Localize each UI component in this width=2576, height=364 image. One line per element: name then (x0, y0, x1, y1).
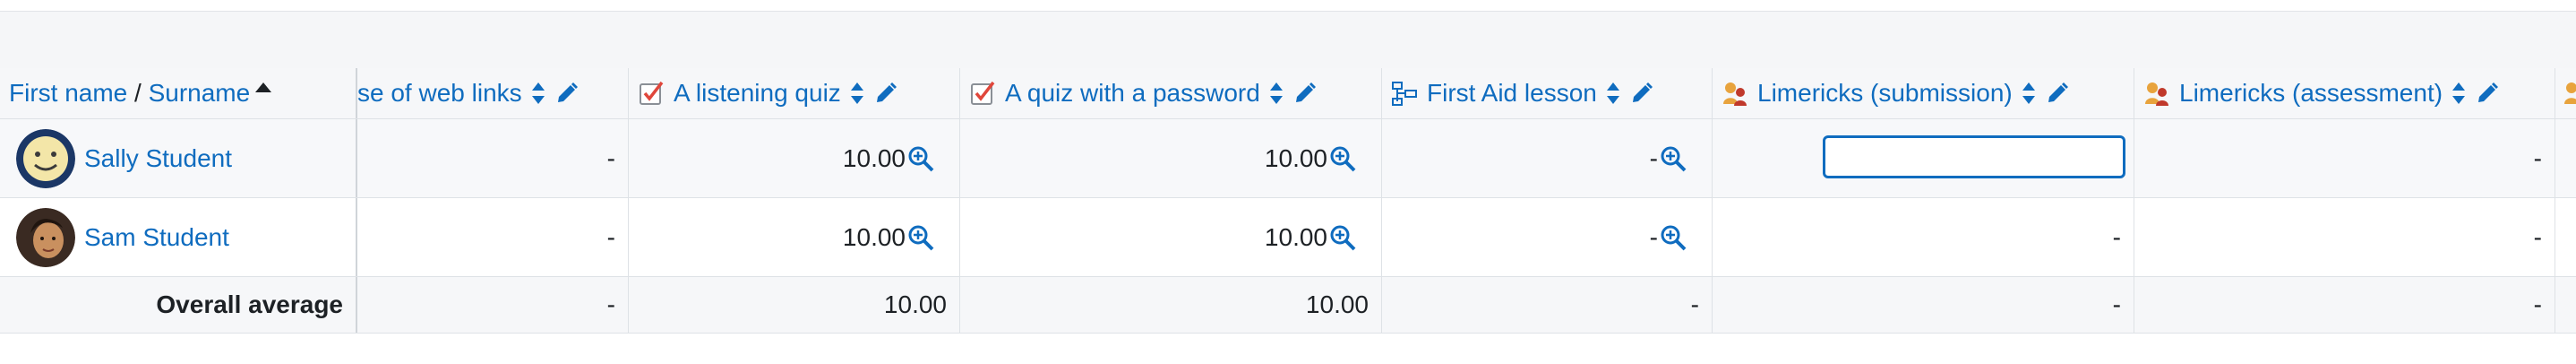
student-name-cell: Sally Student (0, 119, 357, 197)
sort-icon[interactable] (531, 81, 545, 106)
average-cell: 10.00 (629, 277, 960, 333)
column-header-limericks-assessment: Limericks (assessment) (2134, 68, 2555, 118)
sort-firstname-link[interactable]: First name (9, 79, 127, 108)
grade-value: - (606, 222, 615, 251)
student-name-cell: Sam Student (0, 198, 357, 276)
grade-value: - (1649, 222, 1658, 251)
grade-analysis-icon[interactable] (907, 145, 934, 172)
average-cell: 10.00 (960, 277, 1382, 333)
grade-analysis-icon[interactable] (1329, 145, 1356, 172)
grader-toolbar (0, 11, 2576, 70)
workshop-icon (2145, 82, 2168, 106)
avatar[interactable] (16, 207, 75, 267)
workshop-icon (2564, 82, 2576, 104)
grade-cell[interactable]: - (2134, 119, 2555, 197)
workshop-icon (1723, 82, 1747, 106)
column-header-listening-quiz: A listening quiz (629, 68, 960, 118)
grade-analysis-icon[interactable] (1329, 224, 1356, 251)
average-cell: - (2134, 277, 2555, 333)
grade-cell[interactable]: - (1382, 198, 1713, 276)
sort-icon[interactable] (1269, 81, 1284, 106)
column-link[interactable]: se of web links (357, 79, 522, 108)
average-cell: - (1382, 277, 1713, 333)
edit-pencil-icon[interactable] (2045, 81, 2070, 106)
lesson-icon (1392, 82, 1417, 106)
average-cell: - (357, 277, 629, 333)
average-value: - (1690, 290, 1699, 318)
grade-cell[interactable]: 10.00 (960, 119, 1382, 197)
column-header-password-quiz: A quiz with a password (960, 68, 1382, 118)
grade-value: 10.00 (842, 143, 906, 172)
overall-average-label: Overall average (0, 277, 357, 333)
average-value: - (2533, 290, 2542, 318)
column-link[interactable]: Limericks (submission) (1757, 79, 2013, 108)
grade-value: - (2533, 143, 2542, 172)
average-value: 10.00 (1305, 290, 1369, 318)
grade-value: - (2533, 222, 2542, 251)
grade-value: - (2112, 222, 2121, 251)
column-link[interactable]: A quiz with a password (1005, 79, 1260, 108)
average-value: - (606, 290, 615, 318)
grade-analysis-icon[interactable] (1660, 145, 1687, 172)
sort-icon[interactable] (1606, 81, 1620, 106)
grade-cell[interactable]: 10.00 (629, 119, 960, 197)
quiz-icon (971, 81, 995, 105)
grade-cell[interactable]: - (357, 198, 629, 276)
name-column-header: First name / Surname (0, 68, 357, 118)
grade-cell[interactable]: - (1713, 198, 2134, 276)
column-link[interactable]: A listening quiz (674, 79, 841, 108)
grader-table: First name / Surname se of web links A l… (0, 68, 2576, 337)
sort-ascending-icon (255, 82, 272, 92)
column-header-limericks-submission: Limericks (submission) (1713, 68, 2134, 118)
column-header-web-links: se of web links (357, 68, 629, 118)
grade-cell[interactable]: - (1382, 119, 1713, 197)
student-name-link[interactable]: Sally Student (84, 144, 232, 173)
average-value: - (2112, 290, 2121, 318)
grade-cell[interactable]: - (357, 119, 629, 197)
average-cell: - (1713, 277, 2134, 333)
edit-pencil-icon[interactable] (1292, 81, 1318, 106)
column-link[interactable]: First Aid lesson (1427, 79, 1597, 108)
sort-icon[interactable] (2022, 81, 2036, 106)
avatar[interactable] (16, 128, 75, 188)
grade-value: 10.00 (842, 222, 906, 251)
edit-pencil-icon[interactable] (554, 81, 580, 106)
grade-value: - (1649, 143, 1658, 172)
sort-surname-link[interactable]: Surname (149, 79, 251, 108)
grade-cell-partial (2555, 119, 2576, 197)
quiz-icon (640, 81, 664, 105)
table-row: Sally Student - 10.00 10.00 - - (0, 119, 2576, 198)
column-header-partial (2555, 68, 2576, 118)
average-value: 10.00 (883, 290, 947, 318)
edit-pencil-icon[interactable] (2475, 81, 2500, 106)
grade-cell (1713, 119, 2134, 197)
column-link[interactable]: Limericks (assessment) (2179, 79, 2443, 108)
grade-analysis-icon[interactable] (907, 224, 934, 251)
grade-value: 10.00 (1264, 143, 1327, 172)
sort-icon[interactable] (850, 81, 864, 106)
grade-cell-partial (2555, 198, 2576, 276)
table-header-row: First name / Surname se of web links A l… (0, 68, 2576, 119)
sort-icon[interactable] (2451, 81, 2466, 106)
grade-input[interactable] (1823, 135, 2125, 178)
table-row: Sam Student - 10.00 10.00 - - - (0, 198, 2576, 277)
grade-value: 10.00 (1264, 222, 1327, 251)
edit-pencil-icon[interactable] (873, 81, 898, 106)
grade-value: - (606, 143, 615, 172)
student-name-link[interactable]: Sam Student (84, 223, 229, 252)
edit-pencil-icon[interactable] (1629, 81, 1654, 106)
name-separator: / (127, 79, 149, 107)
grade-cell[interactable]: - (2134, 198, 2555, 276)
grade-cell[interactable]: 10.00 (960, 198, 1382, 276)
grade-cell[interactable]: 10.00 (629, 198, 960, 276)
average-cell-partial (2555, 277, 2576, 333)
column-header-first-aid-lesson: First Aid lesson (1382, 68, 1713, 118)
grade-analysis-icon[interactable] (1660, 224, 1687, 251)
overall-average-row: Overall average - 10.00 10.00 - - - (0, 277, 2576, 334)
